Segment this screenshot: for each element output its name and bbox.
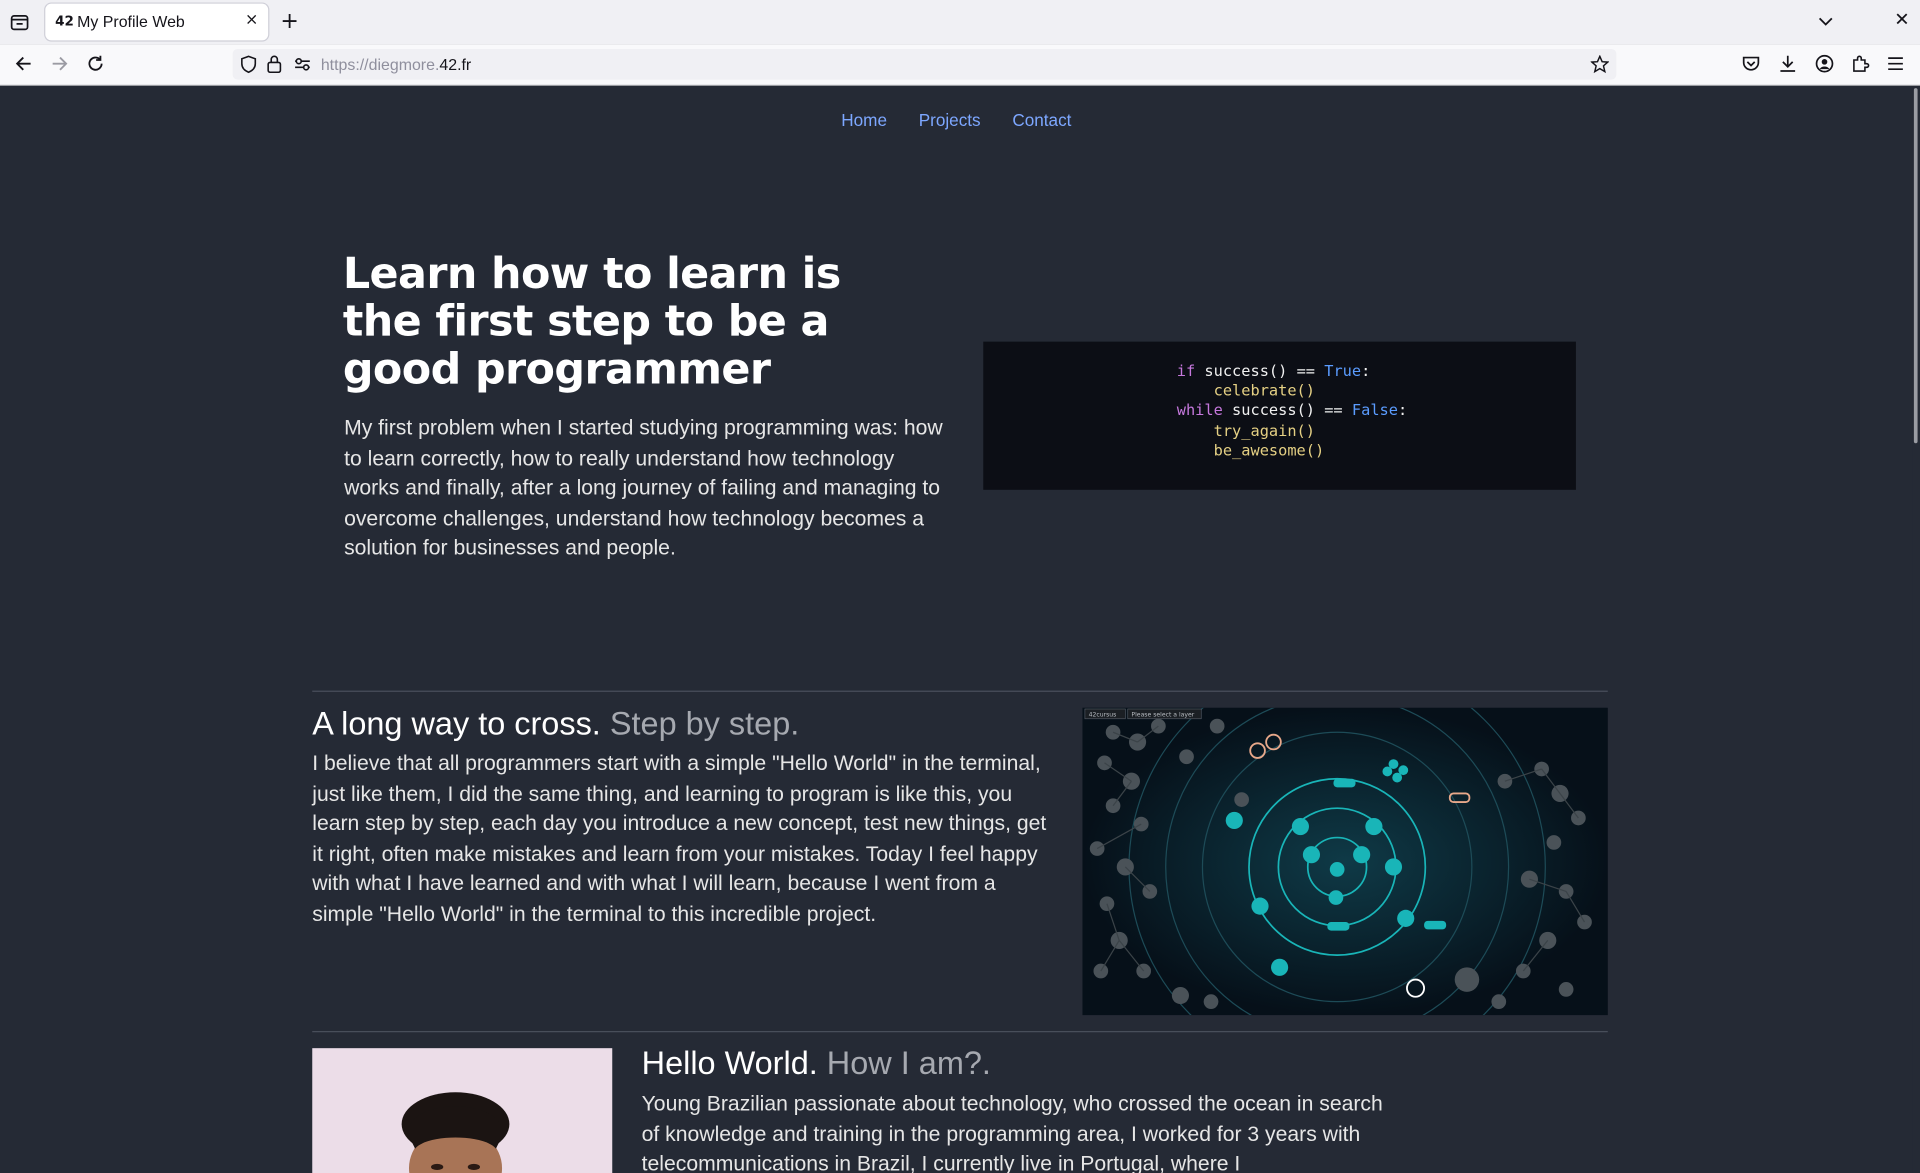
code-call: celebrate() <box>1213 381 1315 400</box>
url-domain: 42.fr <box>439 55 472 74</box>
window-close-button[interactable]: ✕ <box>1894 9 1909 31</box>
code-keyword: if <box>1176 361 1196 380</box>
code-call: success() <box>1204 361 1288 380</box>
section-title-main: Hello World. <box>641 1044 818 1082</box>
nav-link-home[interactable]: Home <box>841 110 887 130</box>
back-icon[interactable] <box>13 54 33 74</box>
code-operator: == <box>1296 361 1316 380</box>
code-snippet: if success() == True: celebrate() while … <box>983 341 1576 490</box>
reload-icon[interactable] <box>86 54 106 74</box>
site-nav: Home Projects Contact <box>0 110 1913 130</box>
code-call: try_again() <box>1213 420 1315 440</box>
code-colon: : <box>1361 361 1371 380</box>
code-call: be_awesome() <box>1213 440 1325 459</box>
download-icon[interactable] <box>1778 54 1798 74</box>
bookmark-star-icon[interactable] <box>1590 55 1609 74</box>
section-title: A long way to cross. Step by step. <box>312 704 799 743</box>
shield-icon[interactable] <box>240 55 257 74</box>
code-call: success() <box>1232 400 1315 420</box>
section-divider <box>312 690 1608 692</box>
navigation-bar: https://diegmore.42.fr <box>0 44 1920 86</box>
section-divider <box>312 1031 1608 1033</box>
section-title-muted: How I am?. <box>826 1044 991 1082</box>
code-operator: == <box>1324 400 1343 420</box>
forward-icon[interactable] <box>50 54 70 74</box>
tab-bar: 42 My Profile Web × + ✕ <box>0 0 1920 45</box>
hero-title: Learn how to learn is the first step to … <box>342 249 841 395</box>
new-tab-button[interactable]: + <box>280 9 298 35</box>
tab-title: My Profile Web <box>77 12 185 31</box>
code-colon: : <box>1397 400 1408 420</box>
section-title: Hello World. How I am?. <box>642 1043 991 1082</box>
lock-icon[interactable] <box>266 54 283 74</box>
nav-link-contact[interactable]: Contact <box>1012 110 1071 130</box>
favicon-icon: 42 <box>55 13 74 30</box>
tab-list-icon[interactable] <box>9 11 31 33</box>
close-tab-icon[interactable]: × <box>245 11 258 29</box>
pocket-icon[interactable] <box>1741 54 1761 74</box>
menu-icon[interactable] <box>1886 54 1906 74</box>
section-text: Young Brazilian passionate about technol… <box>641 1091 1383 1173</box>
skills-graph-image: 42cursus Please select a layer <box>1082 707 1608 1016</box>
section-title-muted: Step by step. <box>609 705 800 743</box>
graph-dropdown-layer: Please select a layer <box>1131 711 1194 718</box>
graph-dropdown-cursus: 42cursus <box>1089 711 1117 718</box>
chevron-down-icon[interactable] <box>1815 10 1837 32</box>
code-keyword: while <box>1176 400 1223 420</box>
extensions-icon[interactable] <box>1850 54 1870 74</box>
scrollbar-thumb[interactable] <box>1913 88 1918 444</box>
url-prefix: https://diegmore. <box>320 55 440 74</box>
page-scrollbar[interactable] <box>1912 85 1920 1173</box>
browser-tab[interactable]: 42 My Profile Web × <box>45 3 269 41</box>
section-text: I believe that all programmers start wit… <box>312 750 1047 926</box>
account-icon[interactable] <box>1815 54 1835 74</box>
code-bool: False <box>1351 400 1398 420</box>
url-bar[interactable]: https://diegmore.42.fr <box>232 48 1617 80</box>
hero-text: My first problem when I started studying… <box>344 415 943 560</box>
section-title-main: A long way to cross. <box>312 705 601 743</box>
code-bool: True <box>1324 361 1362 380</box>
permissions-icon[interactable] <box>294 56 311 72</box>
page-content: Home Projects Contact Learn how to learn… <box>0 85 1913 1173</box>
nav-link-projects[interactable]: Projects <box>919 110 981 130</box>
url-text[interactable]: https://diegmore.42.fr <box>321 55 471 73</box>
profile-photo <box>312 1048 613 1173</box>
